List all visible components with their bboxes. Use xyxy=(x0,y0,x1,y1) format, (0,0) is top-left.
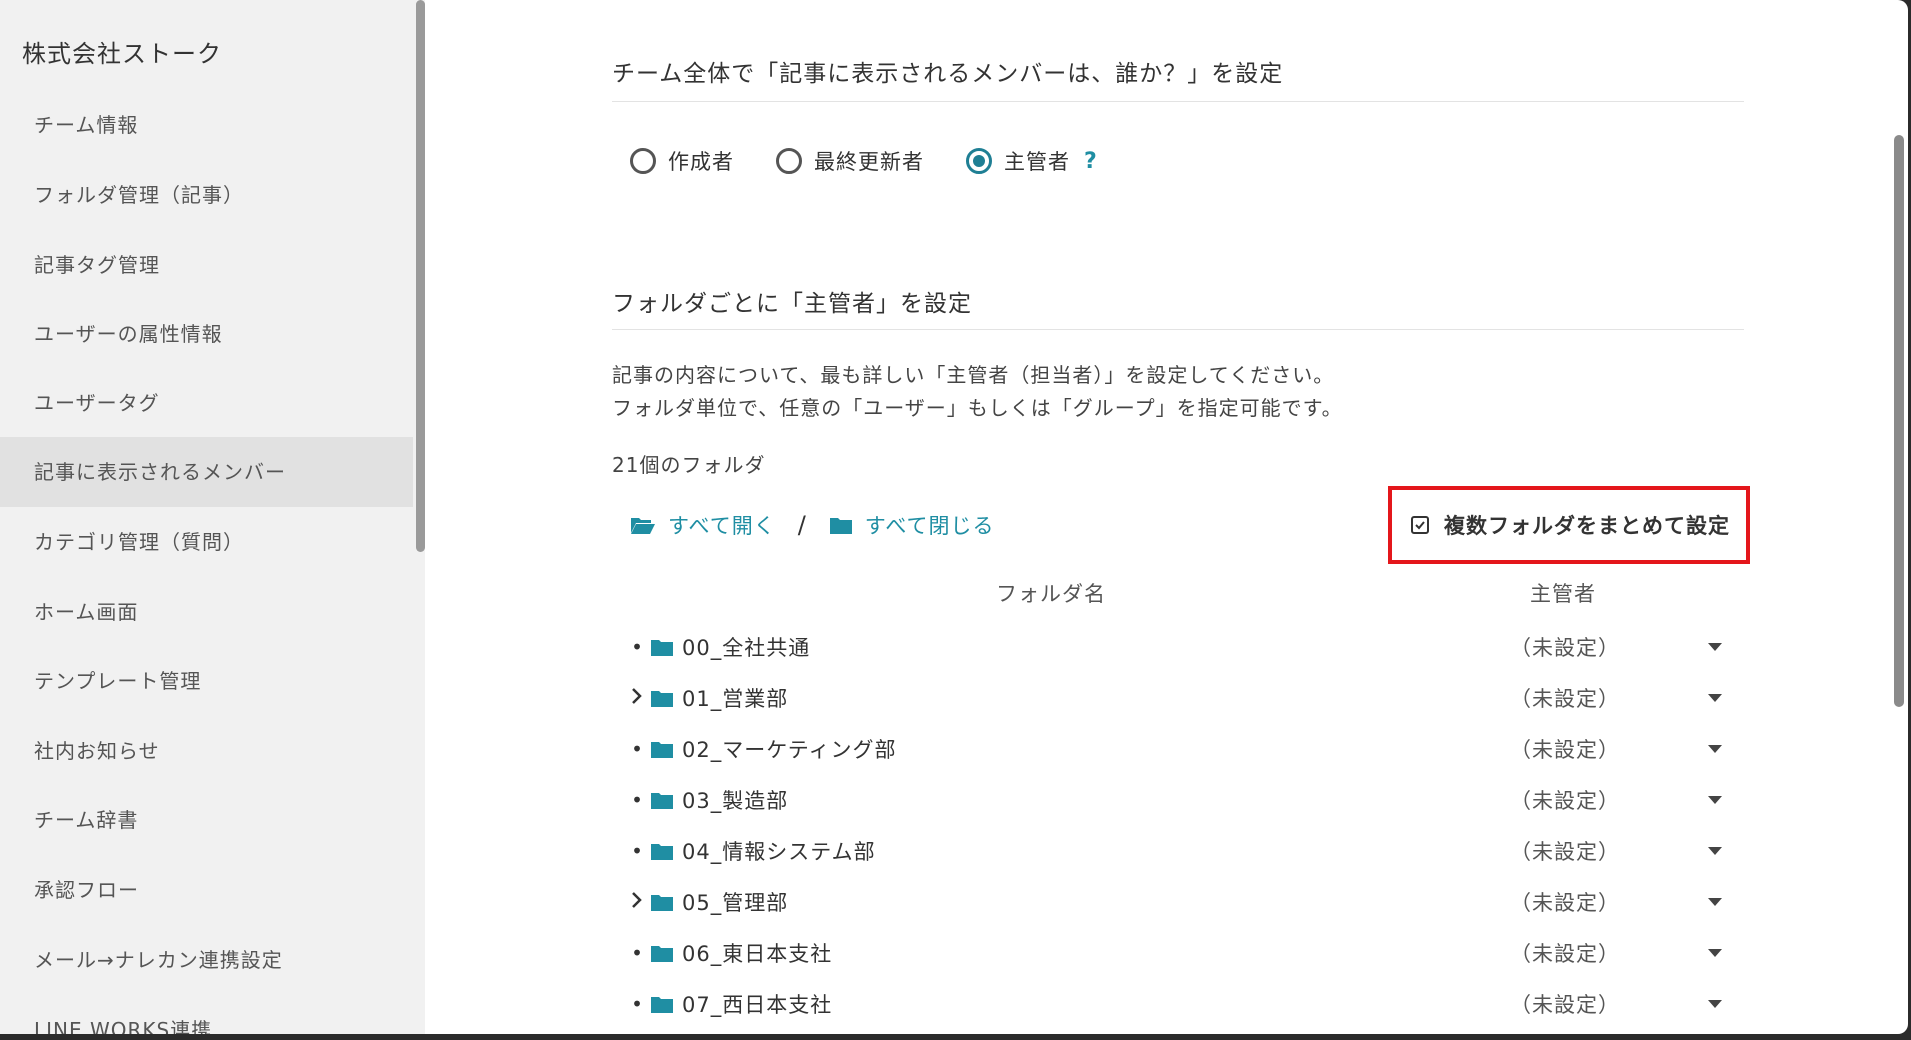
sidebar-item-line-works[interactable]: LINE WORKS連携 xyxy=(0,995,413,1034)
owner-value[interactable]: （未設定） xyxy=(1510,938,1620,968)
owner-value[interactable]: （未設定） xyxy=(1510,785,1620,815)
help-icon[interactable]: ? xyxy=(1084,149,1097,174)
divider xyxy=(612,329,1744,330)
sidebar-item-category-management[interactable]: カテゴリ管理（質問） xyxy=(0,507,413,577)
folder-icon xyxy=(829,518,852,534)
bulk-folder-setting-button[interactable]: 複数フォルダをまとめて設定 xyxy=(1388,486,1750,564)
divider xyxy=(612,101,1744,102)
folder-row: 05_管理部 （未設定） xyxy=(630,877,1730,927)
radio-label: 主管者 xyxy=(1004,150,1070,174)
folder-name[interactable]: 00_全社共通 xyxy=(682,632,810,662)
radio-label: 最終更新者 xyxy=(814,150,924,174)
sidebar-item-home-screen[interactable]: ホーム画面 xyxy=(0,577,413,647)
bulk-button-label: 複数フォルダをまとめて設定 xyxy=(1444,514,1730,538)
dropdown-arrow-icon[interactable] xyxy=(1708,745,1722,753)
owner-value[interactable]: （未設定） xyxy=(1510,683,1620,713)
radio-last-updater[interactable]: 最終更新者 xyxy=(776,146,924,176)
folder-row: • 07_西日本支社 （未設定） xyxy=(630,979,1730,1029)
main-scrollbar[interactable] xyxy=(1894,135,1904,707)
bullet-icon: • xyxy=(631,992,643,1016)
sidebar-scrollbar[interactable] xyxy=(416,0,425,552)
folder-name[interactable]: 05_管理部 xyxy=(682,887,788,917)
radio-circle-icon[interactable] xyxy=(630,148,656,174)
radio-creator[interactable]: 作成者 xyxy=(630,146,734,176)
radio-circle-icon[interactable] xyxy=(776,148,802,174)
folder-row: • 03_製造部 （未設定） xyxy=(630,775,1730,825)
dropdown-arrow-icon[interactable] xyxy=(1708,949,1722,957)
folder-name[interactable]: 06_東日本支社 xyxy=(682,938,832,968)
folder-name[interactable]: 02_マーケティング部 xyxy=(682,734,897,764)
folder-name[interactable]: 07_西日本支社 xyxy=(682,989,832,1019)
description-line-2: フォルダ単位で、任意の「ユーザー」もしくは「グループ」を指定可能です。 xyxy=(612,396,1343,420)
folder-icon xyxy=(651,997,673,1013)
folder-open-icon xyxy=(631,518,655,534)
expand-all-link[interactable]: すべて開く xyxy=(630,510,776,540)
org-name: 株式会社ストーク xyxy=(22,40,222,68)
folder-name[interactable]: 04_情報システム部 xyxy=(682,836,876,866)
bullet-icon: • xyxy=(631,941,643,965)
sidebar-item-templates[interactable]: テンプレート管理 xyxy=(0,646,413,716)
owner-value[interactable]: （未設定） xyxy=(1510,632,1620,662)
owner-value[interactable]: （未設定） xyxy=(1510,887,1620,917)
folder-icon xyxy=(651,793,673,809)
folder-name[interactable]: 03_製造部 xyxy=(682,785,788,815)
folder-setting-title: フォルダごとに「主管者」を設定 xyxy=(612,291,972,317)
bullet-icon: • xyxy=(631,737,643,761)
folder-row: 01_営業部 （未設定） xyxy=(630,673,1730,723)
folder-icon xyxy=(651,691,673,707)
sidebar-item-mail-integration[interactable]: メール→ナレカン連携設定 xyxy=(0,925,413,995)
sidebar-item-folder-management[interactable]: フォルダ管理（記事） xyxy=(0,160,413,230)
folder-icon xyxy=(651,946,673,962)
folder-icon xyxy=(651,844,673,860)
sidebar-item-team-dictionary[interactable]: チーム辞書 xyxy=(0,785,413,855)
sidebar-item-user-tags[interactable]: ユーザータグ xyxy=(0,368,413,438)
owner-value[interactable]: （未設定） xyxy=(1510,989,1620,1019)
app-window: 株式会社ストーク チーム情報 フォルダ管理（記事） 記事タグ管理 ユーザーの属性… xyxy=(0,0,1908,1034)
folder-row: • 06_東日本支社 （未設定） xyxy=(630,928,1730,978)
chevron-right-icon[interactable] xyxy=(630,890,644,914)
radio-label: 作成者 xyxy=(668,150,734,174)
member-type-radio-group: 作成者 最終更新者 主管者 ? xyxy=(630,144,1097,178)
dropdown-arrow-icon[interactable] xyxy=(1708,796,1722,804)
sidebar-item-article-members[interactable]: 記事に表示されるメンバー xyxy=(0,437,413,507)
dropdown-arrow-icon[interactable] xyxy=(1708,1000,1722,1008)
dropdown-arrow-icon[interactable] xyxy=(1708,694,1722,702)
bullet-icon: • xyxy=(631,635,643,659)
sidebar-item-user-attributes[interactable]: ユーザーの属性情報 xyxy=(0,299,413,369)
team-setting-title: チーム全体で「記事に表示されるメンバーは、誰か？」を設定 xyxy=(612,61,1284,87)
checkbox-icon xyxy=(1411,516,1429,534)
collapse-all-label: すべて閉じる xyxy=(864,514,995,538)
folder-icon xyxy=(651,640,673,656)
folder-name[interactable]: 01_営業部 xyxy=(682,683,788,713)
chevron-right-icon[interactable] xyxy=(630,686,644,710)
folder-icon xyxy=(651,742,673,758)
column-header-owner: 主管者 xyxy=(1530,582,1596,606)
sidebar-item-announcements[interactable]: 社内お知らせ xyxy=(0,716,413,786)
separator: / xyxy=(797,511,807,539)
dropdown-arrow-icon[interactable] xyxy=(1708,898,1722,906)
column-header-folder: フォルダ名 xyxy=(996,582,1106,606)
folder-row: • 04_情報システム部 （未設定） xyxy=(630,826,1730,876)
sidebar-item-article-tags[interactable]: 記事タグ管理 xyxy=(0,230,413,300)
sidebar-item-team-info[interactable]: チーム情報 xyxy=(0,90,413,160)
radio-owner[interactable]: 主管者 xyxy=(966,146,1070,176)
dropdown-arrow-icon[interactable] xyxy=(1708,847,1722,855)
radio-checked-icon[interactable] xyxy=(966,148,992,174)
bullet-icon: • xyxy=(631,839,643,863)
folder-row: • 02_マーケティング部 （未設定） xyxy=(630,724,1730,774)
bullet-icon: • xyxy=(631,788,643,812)
owner-value[interactable]: （未設定） xyxy=(1510,734,1620,764)
folder-count: 21個のフォルダ xyxy=(612,453,766,477)
folder-icon xyxy=(651,895,673,911)
settings-sidebar: 株式会社ストーク チーム情報 フォルダ管理（記事） 記事タグ管理 ユーザーの属性… xyxy=(0,0,425,1034)
expand-all-label: すべて開く xyxy=(668,514,776,538)
collapse-all-link[interactable]: すべて閉じる xyxy=(829,510,995,540)
owner-value[interactable]: （未設定） xyxy=(1510,836,1620,866)
sidebar-item-approval-flow[interactable]: 承認フロー xyxy=(0,855,413,925)
expand-collapse-controls: すべて開く / すべて閉じる xyxy=(630,510,995,540)
description-line-1: 記事の内容について、最も詳しい「主管者（担当者）」を設定してください。 xyxy=(612,363,1335,387)
dropdown-arrow-icon[interactable] xyxy=(1708,643,1722,651)
folder-row: • 00_全社共通 （未設定） xyxy=(630,622,1730,672)
